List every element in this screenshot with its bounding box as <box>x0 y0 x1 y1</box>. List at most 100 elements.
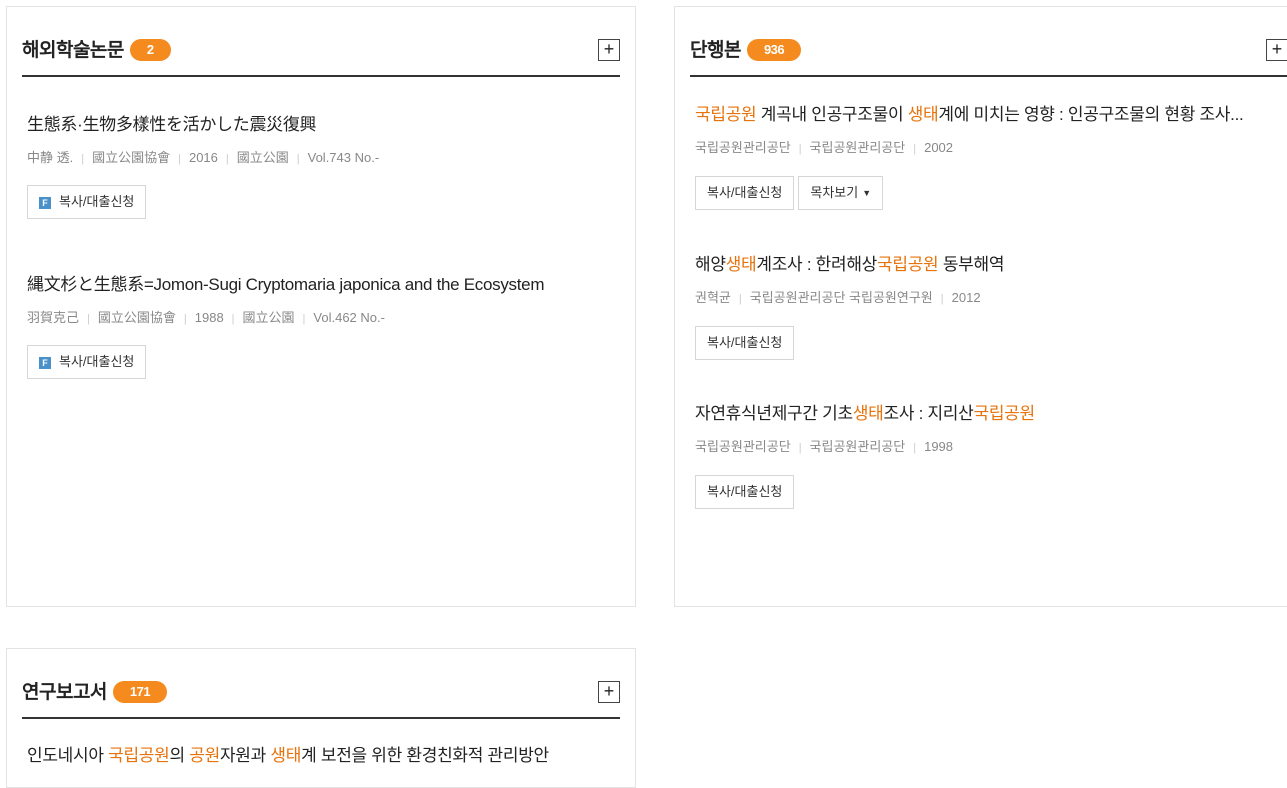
title-text: 계 보전을 위한 환경친화적 관리방안 <box>301 746 549 765</box>
foreign-papers-panel: 해외학술논문 2 + 生態系·生物多樣性を活かした震災復興 中静 透. | 國立公園協… <box>6 6 636 607</box>
separator: | <box>296 153 300 165</box>
copy-loan-request-button[interactable]: 복사/대출신청 <box>695 326 795 360</box>
publisher: 국립공원관리공단 <box>809 439 906 454</box>
title-text: 계조사 : 한려해상 <box>756 255 878 274</box>
panel-header: 연구보고서 171 + <box>22 649 620 719</box>
separator: | <box>225 153 229 165</box>
author: 羽賀克己 <box>27 310 80 325</box>
more-button[interactable]: + <box>598 39 620 61</box>
separator: | <box>231 313 235 325</box>
year: 1988 <box>194 310 224 325</box>
more-button[interactable]: + <box>598 681 620 703</box>
panel-title: 연구보고서 171 <box>22 677 168 704</box>
highlight-term: 공원 <box>189 746 220 765</box>
highlight-term: 생태 <box>852 404 884 423</box>
title-text: 동부해역 <box>938 255 1005 274</box>
panel-header: 단행본 936 + <box>690 7 1287 77</box>
separator: | <box>798 442 802 454</box>
panel-title-text: 해외학술논문 <box>22 40 124 61</box>
item-buttons: 복사/대출신청 <box>695 326 1287 360</box>
title-text: 조사 : 지리산 <box>883 404 974 423</box>
item-buttons: F 복사/대출신청 <box>27 345 620 379</box>
highlight-term: 국립공원 <box>695 105 757 124</box>
journal: 國立公園 <box>236 150 289 165</box>
separator: | <box>178 153 181 165</box>
separator: | <box>913 442 917 454</box>
list-item: 해양생태계조사 : 한려해상국립공원 동부해역 권혁균 | 국립공원관리공단 국립공… <box>695 250 1287 360</box>
fulltext-icon: F <box>39 357 51 369</box>
year: 2002 <box>924 140 954 155</box>
separator: | <box>940 293 944 305</box>
publisher: 國立公園協會 <box>92 150 171 165</box>
separator: | <box>81 153 85 165</box>
author: 국립공원관리공단 <box>695 140 791 155</box>
list-item: 生態系·生物多樣性を活かした震災復興 中静 透. | 國立公園協會 | 2016 | 國立公… <box>27 110 620 219</box>
separator: | <box>738 293 742 305</box>
more-button[interactable]: + <box>1266 39 1287 61</box>
title-text: 인도네시아 <box>27 746 109 765</box>
panel-title-text: 단행본 <box>690 40 741 61</box>
title-text: 의 <box>169 746 190 765</box>
year: 2012 <box>951 290 981 305</box>
title-text: 해양 <box>695 255 726 274</box>
highlight-term: 국립공원 <box>108 746 170 765</box>
author: 中静 透. <box>27 150 74 165</box>
title-text: 계에 미치는 영향 : 인공구조물의 현황 조사... <box>938 105 1244 124</box>
separator: | <box>798 143 802 155</box>
volume: Vol.743 No.- <box>307 150 380 165</box>
button-label: 복사/대출신청 <box>59 354 135 369</box>
monographs-panel: 단행본 936 + 국립공원 계곡내 인공구조물이 생태계에 미치는 영향 : 인… <box>674 6 1287 607</box>
separator: | <box>302 313 306 325</box>
separator: | <box>87 313 90 325</box>
item-meta: 권혁균 | 국립공원관리공단 국립공원연구원 | 2012 <box>695 287 1287 306</box>
copy-loan-request-button[interactable]: F 복사/대출신청 <box>27 345 147 379</box>
count-badge: 936 <box>746 39 802 61</box>
copy-loan-request-button[interactable]: 복사/대출신청 <box>695 176 795 210</box>
title-text: 자연휴식년제구간 기초 <box>695 404 853 423</box>
count-badge: 2 <box>129 39 171 61</box>
publisher: 국립공원관리공단 <box>809 140 906 155</box>
panel-header: 해외학술논문 2 + <box>22 7 620 77</box>
item-title[interactable]: 生態系·生物多樣性を活かした震災復興 <box>27 110 620 135</box>
publisher: 國立公園協會 <box>97 310 176 325</box>
button-label: 복사/대출신청 <box>59 194 135 209</box>
item-title[interactable]: 자연휴식년제구간 기초생태조사 : 지리산국립공원 <box>695 399 1287 424</box>
list-item: 인도네시아 국립공원의 공원자원과 생태계 보전을 위한 환경친화적 관리방안 <box>27 741 620 766</box>
button-label: 목차보기 <box>810 185 859 200</box>
publisher: 국립공원관리공단 국립공원연구원 <box>749 290 933 305</box>
item-title[interactable]: 縄文杉と生態系=Jomon-Sugi Cryptomaria japonica … <box>27 270 620 295</box>
volume: Vol.462 No.- <box>313 310 385 325</box>
copy-loan-request-button[interactable]: F 복사/대출신청 <box>27 185 147 219</box>
author: 국립공원관리공단 <box>695 439 791 454</box>
panel-title: 해외학술논문 2 <box>22 35 171 62</box>
separator: | <box>183 313 187 325</box>
item-meta: 中静 透. | 國立公園協會 | 2016 | 國立公園 | Vol.743 No.- <box>27 147 620 166</box>
fulltext-icon: F <box>39 197 51 209</box>
title-text: 자원과 <box>219 746 271 765</box>
count-badge: 171 <box>112 681 168 703</box>
panel-title: 단행본 936 <box>690 35 802 62</box>
item-title[interactable]: 국립공원 계곡내 인공구조물이 생태계에 미치는 영향 : 인공구조물의 현황 … <box>695 100 1263 125</box>
research-reports-panel: 연구보고서 171 + 인도네시아 국립공원의 공원자원과 생태계 보전을 위한 … <box>6 648 636 788</box>
item-buttons: F 복사/대출신청 <box>27 185 620 219</box>
caret-down-icon: ▼ <box>862 188 872 198</box>
title-text: 계곡내 인공구조물이 <box>756 105 908 124</box>
year: 2016 <box>188 150 218 165</box>
item-title[interactable]: 해양생태계조사 : 한려해상국립공원 동부해역 <box>695 250 1287 275</box>
journal: 國立公園 <box>242 310 295 325</box>
item-meta: 국립공원관리공단 | 국립공원관리공단 | 2002 <box>695 137 1263 156</box>
item-meta: 국립공원관리공단 | 국립공원관리공단 | 1998 <box>695 436 1287 455</box>
year: 1998 <box>924 439 954 454</box>
highlight-term: 생태 <box>907 105 939 124</box>
highlight-term: 생태 <box>270 746 302 765</box>
highlight-term: 생태 <box>725 255 757 274</box>
toc-view-button[interactable]: 목차보기 ▼ <box>798 176 884 210</box>
highlight-term: 국립공원 <box>877 255 939 274</box>
list-item: 자연휴식년제구간 기초생태조사 : 지리산국립공원 국립공원관리공단 | 국립공원관… <box>695 399 1287 509</box>
list-item: 縄文杉と生態系=Jomon-Sugi Cryptomaria japonica … <box>27 270 620 379</box>
copy-loan-request-button[interactable]: 복사/대출신청 <box>695 475 795 509</box>
item-title[interactable]: 인도네시아 국립공원의 공원자원과 생태계 보전을 위한 환경친화적 관리방안 <box>27 741 620 766</box>
list-item: 국립공원 계곡내 인공구조물이 생태계에 미치는 영향 : 인공구조물의 현황 … <box>695 100 1263 210</box>
item-buttons: 복사/대출신청 목차보기 ▼ <box>695 176 1263 210</box>
item-meta: 羽賀克己 | 國立公園協會 | 1988 | 國立公園 | Vol.462 No.- <box>27 307 620 326</box>
